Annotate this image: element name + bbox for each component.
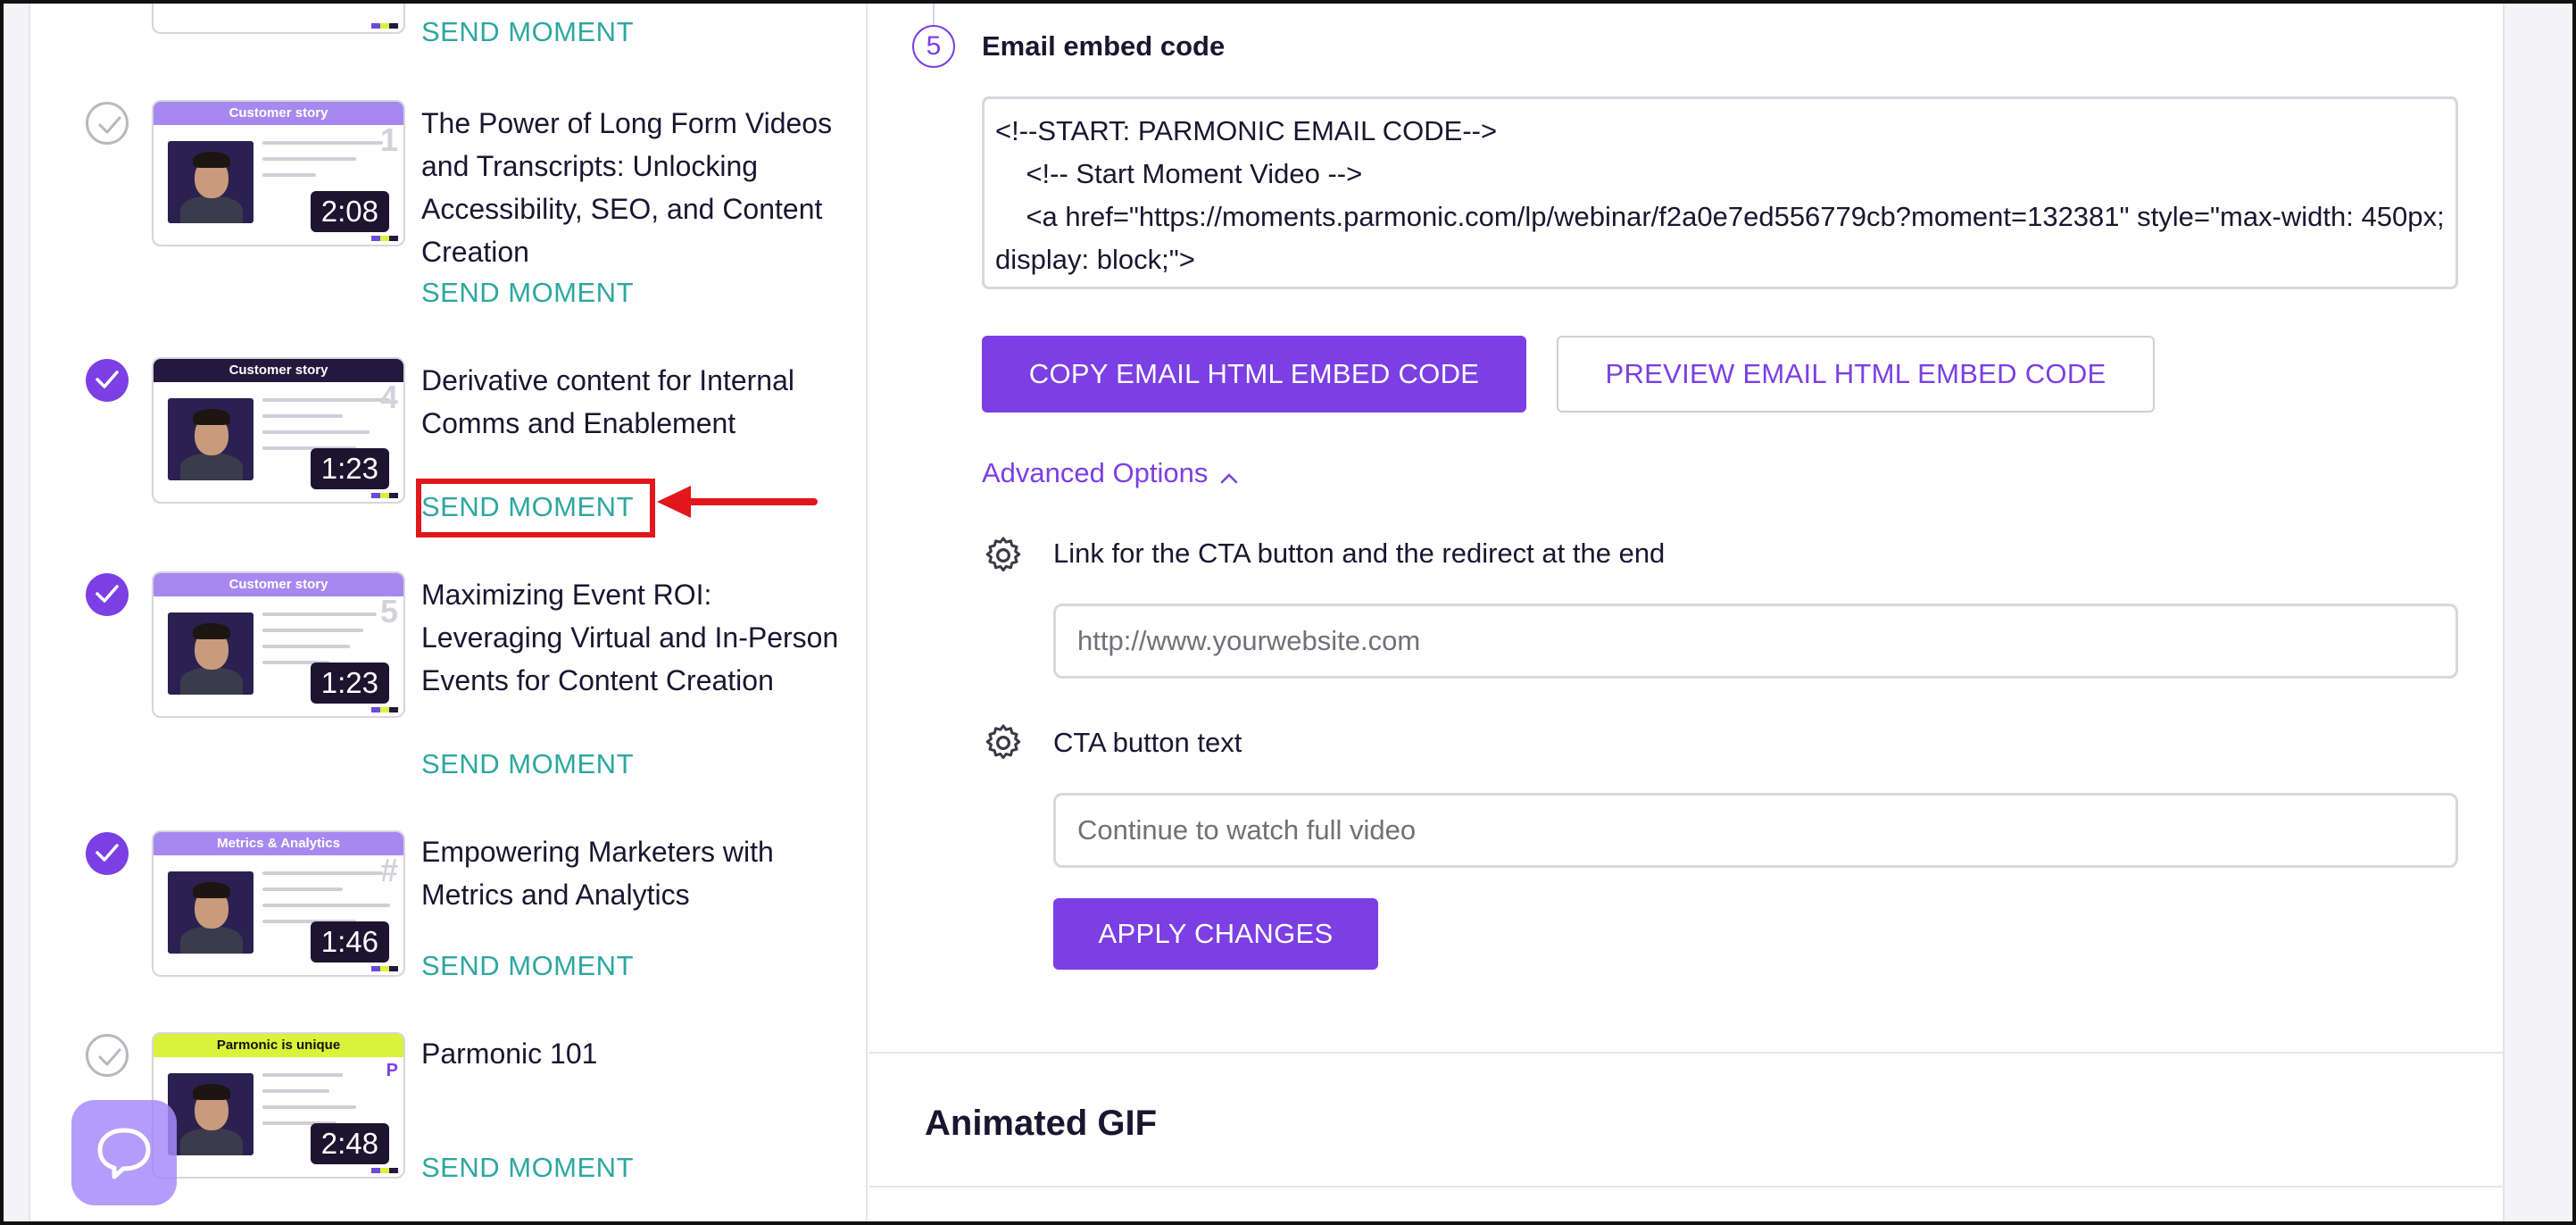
unchecked-circle-icon[interactable] [86, 1034, 129, 1077]
moment-thumbnail[interactable]: Metrics & Analytics # 1:46 [152, 830, 405, 977]
section-title: Email embed code [982, 30, 1226, 62]
checked-circle-icon[interactable] [86, 573, 129, 616]
duration-badge: 1:46 [310, 921, 389, 962]
annotation-highlight-box [416, 479, 655, 538]
step-connector [933, 4, 935, 25]
speaker-image [168, 141, 253, 223]
advanced-options-label: Advanced Options [982, 457, 1209, 488]
cta-text-label: CTA button text [1053, 727, 1242, 758]
checked-circle-icon[interactable] [86, 832, 129, 875]
moment-title: Maximizing Event ROI: Leveraging Virtual… [421, 579, 839, 696]
cta-link-input[interactable] [1053, 604, 2458, 679]
send-moment-link[interactable]: SEND MOMENT [421, 748, 634, 780]
send-moment-link[interactable]: SEND MOMENT [421, 950, 634, 982]
gear-icon [985, 724, 1021, 760]
speaker-image [168, 1073, 253, 1155]
moment-thumbnail[interactable]: Customer story 4 1:23 [152, 357, 405, 504]
moment-thumbnail[interactable]: Customer story 1 2:08 [152, 100, 405, 246]
apply-changes-button[interactable]: APPLY CHANGES [1053, 898, 1378, 970]
thumbnail-brand-dots [371, 23, 398, 29]
moment-title: Parmonic 101 [421, 1038, 598, 1070]
duration-badge: 1:23 [310, 662, 389, 704]
send-moment-link[interactable]: SEND MOMENT [421, 16, 634, 48]
thumbnail-number: P [386, 1061, 398, 1080]
moment-title: Empowering Marketers with Metrics and An… [421, 836, 774, 911]
speaker-image [168, 398, 253, 480]
copy-email-embed-button[interactable]: COPY EMAIL HTML EMBED CODE [982, 336, 1526, 412]
thumbnail-number: 4 [379, 379, 398, 415]
thumbnail-number: 5 [379, 593, 398, 629]
animated-gif-title: Animated GIF [925, 1104, 1158, 1143]
checked-circle-icon[interactable] [86, 359, 129, 402]
moments-list[interactable]: SEND MOMENT Customer story 1 2:08 The Po… [32, 4, 868, 1221]
send-moment-link[interactable]: SEND MOMENT [421, 277, 634, 309]
thumbnail-band: Customer story [154, 573, 403, 596]
section-divider [869, 1052, 2503, 1054]
speaker-image [168, 871, 253, 954]
preview-email-embed-button[interactable]: PREVIEW EMAIL HTML EMBED CODE [1557, 336, 2155, 412]
thumbnail-band: Metrics & Analytics [154, 832, 403, 855]
right-gutter [2503, 4, 2572, 1221]
email-embed-code-box[interactable]: <!--START: PARMONIC EMAIL CODE--> <!-- S… [982, 96, 2458, 289]
left-gutter [4, 4, 30, 1221]
gear-icon [985, 537, 1021, 572]
cta-text-input[interactable] [1053, 793, 2458, 868]
slide-preview [262, 141, 396, 189]
moment-title: Derivative content for Internal Comms an… [421, 364, 794, 439]
unchecked-circle-icon[interactable] [86, 102, 129, 145]
section-divider [869, 1186, 2503, 1188]
thumbnail-brand-dots [371, 236, 398, 241]
duration-badge: 2:08 [310, 191, 389, 232]
thumbnail-brand-dots [371, 966, 398, 971]
advanced-options-toggle[interactable]: Advanced Options [982, 457, 1238, 491]
thumbnail-band: Parmonic is unique [154, 1034, 403, 1057]
thumbnail-number: # [379, 852, 398, 888]
chat-icon [97, 1128, 151, 1179]
moment-thumbnail[interactable]: Parmonic is unique P 2:48 [152, 1032, 405, 1179]
moment-thumbnail[interactable]: Customer story 5 1:23 [152, 571, 405, 718]
duration-badge: 1:23 [310, 448, 389, 489]
send-moment-link[interactable]: SEND MOMENT [421, 1152, 634, 1184]
thumbnail-brand-dots [371, 707, 398, 712]
thumbnail-band: Customer story [154, 359, 403, 382]
thumbnail-number: 1 [379, 121, 398, 158]
speaker-image [168, 612, 253, 695]
thumbnail-brand-dots [371, 493, 398, 498]
thumbnail-band: Customer story [154, 102, 403, 125]
duration-badge: 2:48 [310, 1123, 389, 1164]
moment-title: The Power of Long Form Videos and Transc… [421, 107, 833, 268]
chat-support-button[interactable] [71, 1100, 177, 1205]
moment-thumbnail[interactable] [152, 4, 405, 34]
red-arrow-icon [657, 486, 818, 518]
chevron-up-icon [1220, 459, 1238, 491]
thumbnail-brand-dots [371, 1168, 398, 1173]
embed-panel: 5 Email embed code <!--START: PARMONIC E… [869, 4, 2503, 1221]
step-number: 5 [912, 25, 955, 68]
cta-link-label: Link for the CTA button and the redirect… [1053, 538, 1666, 569]
